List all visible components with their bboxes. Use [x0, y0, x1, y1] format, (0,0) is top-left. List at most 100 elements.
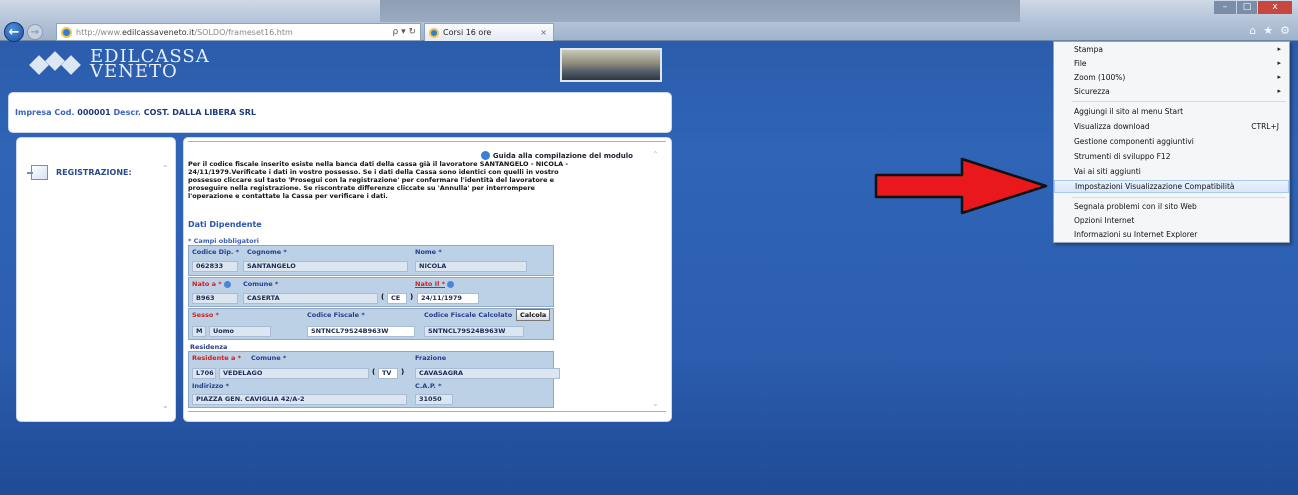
calcola-button[interactable]: Calcola: [516, 309, 551, 321]
menu-item-stampa[interactable]: Stampa ▸: [1054, 43, 1289, 56]
menu-item-segnala-problemi[interactable]: Segnala problemi con il sito Web: [1054, 200, 1289, 213]
company-code: 000001: [77, 108, 111, 117]
red-arrow-annotation: [874, 157, 1048, 215]
menu-item-opzioni-internet[interactable]: Opzioni Internet: [1054, 214, 1289, 227]
tab-close-icon[interactable]: ×: [540, 28, 547, 37]
window-controls: – □ x: [1214, 1, 1292, 14]
address-url: http://www.edilcassaveneto.it/SOLDO/fram…: [76, 27, 293, 37]
forward-button[interactable]: →: [27, 24, 43, 40]
nato-a-comune-field[interactable]: CASERTA: [243, 293, 378, 304]
info-icon[interactable]: [447, 280, 455, 288]
indirizzo-field[interactable]: PIAZZA GEN. CAVIGLIA 42/A-2: [192, 394, 407, 405]
home-icon[interactable]: ⌂: [1249, 24, 1256, 37]
sesso-desc-field[interactable]: Uomo: [209, 326, 271, 337]
menu-item-zoom[interactable]: Zoom (100%) ▸: [1054, 71, 1289, 84]
cap-field[interactable]: 31050: [415, 394, 453, 405]
label-comune: Comune *: [243, 280, 279, 288]
label-nato-il: Nato Il *: [415, 280, 455, 288]
label-sesso: Sesso *: [192, 311, 219, 319]
info-icon[interactable]: [223, 280, 231, 288]
menu-separator: [1072, 101, 1286, 102]
label-nome: Nome *: [415, 248, 442, 256]
residenza-provincia-field[interactable]: TV: [378, 368, 398, 379]
nato-a-code-field[interactable]: B963: [192, 293, 238, 304]
cognome-field[interactable]: SANTANGELO: [243, 261, 408, 272]
edilcassa-logo[interactable]: EDILCASSA VENETO: [29, 46, 210, 82]
scroll-down-icon[interactable]: ⌄: [162, 401, 169, 410]
guide-link[interactable]: Guida alla compilazione del modulo: [480, 151, 633, 160]
logo-text: EDILCASSA VENETO: [90, 46, 210, 82]
address-bar[interactable]: http://www.edilcassaveneto.it/SOLDO/fram…: [56, 23, 421, 41]
favorites-star-icon[interactable]: ★: [1263, 24, 1273, 37]
label-nato-a: Nato a *: [192, 280, 231, 288]
group-residenza: Residente a * Comune * Frazione L706 VED…: [188, 351, 560, 408]
codice-dip-field[interactable]: 062833: [192, 261, 238, 272]
label-codice-dip: Codice Dip. *: [192, 248, 240, 256]
menu-item-sicurezza[interactable]: Sicurezza ▸: [1054, 85, 1289, 98]
sesso-code-field[interactable]: M: [192, 326, 206, 337]
shortcut-text: CTRL+J: [1251, 122, 1279, 131]
forward-arrow-icon: →: [30, 26, 40, 38]
label-residente-a: Residente a *: [192, 354, 242, 362]
label-cap: C.A.P. *: [415, 382, 442, 390]
back-arrow-icon: ←: [8, 24, 20, 40]
menu-item-vai-siti-aggiunti[interactable]: Vai ai siti aggiunti: [1054, 165, 1289, 178]
nato-a-provincia-field[interactable]: CE: [387, 293, 407, 304]
form-scrollbar[interactable]: ⌃ ⌄: [652, 150, 661, 408]
maximize-button[interactable]: □: [1237, 1, 1257, 14]
browser-toolbar-icons: ⌂ ★ ⚙: [1249, 24, 1290, 37]
menu-item-aggiungi-sito-start[interactable]: Aggiungi il sito al menu Start: [1054, 105, 1289, 118]
label-indirizzo: Indirizzo *: [192, 382, 230, 390]
tab-ie-icon: [429, 27, 439, 38]
codice-fiscale-field[interactable]: SNTNCL79S24B963W: [307, 326, 415, 337]
divider: [188, 411, 666, 412]
label-residenza: Residenza: [190, 343, 228, 351]
label-comune-residenza: Comune *: [251, 354, 287, 362]
menu-item-informazioni-ie[interactable]: Informazioni su Internet Explorer: [1054, 228, 1289, 241]
sidebar-item-registrazione[interactable]: REGISTRAZIONE:: [27, 165, 132, 180]
tools-dropdown-menu: Stampa ▸ File ▸ Zoom (100%) ▸ Sicurezza ▸ Ag…: [1053, 41, 1290, 243]
residenza-code-field[interactable]: L706: [192, 368, 216, 379]
menu-item-gestione-componenti[interactable]: Gestione componenti aggiuntivi: [1054, 135, 1289, 148]
section-title-dati-dipendente: Dati Dipendente: [188, 220, 262, 229]
residenza-comune-field[interactable]: VEDELAGO: [219, 368, 369, 379]
submenu-arrow-icon: ▸: [1277, 73, 1281, 81]
menu-item-visualizza-download[interactable]: Visualizza download CTRL+J: [1054, 120, 1289, 133]
frazione-field[interactable]: CAVASAGRA: [415, 368, 560, 379]
menu-item-strumenti-sviluppo[interactable]: Strumenti di sviluppo F12: [1054, 150, 1289, 163]
menu-item-file[interactable]: File ▸: [1054, 57, 1289, 70]
paren-open: (: [381, 293, 385, 301]
close-window-button[interactable]: x: [1258, 1, 1292, 14]
sidebar-scrollbar[interactable]: ⌃ ⌄: [162, 164, 171, 410]
menu-item-impostazioni-compatibilita[interactable]: Impostazioni Visualizzazione Compatibili…: [1054, 180, 1289, 193]
tab-title: Corsi 16 ore: [443, 28, 492, 37]
menu-separator: [1072, 197, 1286, 198]
nato-il-field[interactable]: 24/11/1979: [417, 293, 479, 304]
codice-fiscale-calcolato-field[interactable]: SNTNCL79S24B963W: [424, 326, 524, 337]
header-building-photo: [560, 48, 662, 82]
address-search-refresh-icon[interactable]: ρ ▾ ↻: [393, 27, 417, 37]
logo-diamonds-icon: [29, 51, 84, 77]
duplicate-worker-message: Per il codice fiscale inserito esiste ne…: [188, 160, 569, 200]
scroll-up-icon[interactable]: ⌃: [162, 164, 169, 173]
main-form-panel: Guida alla compilazione del modulo Per i…: [183, 137, 672, 422]
back-button[interactable]: ←: [4, 22, 24, 42]
help-icon: [480, 151, 490, 160]
group-anagrafica: Codice Dip. * Cognome * Nome * 062833 SA…: [188, 245, 554, 276]
required-fields-note: * Campi obbligatori: [188, 237, 260, 245]
divider: [188, 141, 666, 142]
ie-page-icon: [61, 26, 72, 38]
submenu-arrow-icon: ▸: [1277, 87, 1281, 95]
nome-field[interactable]: NICOLA: [415, 261, 527, 272]
scroll-up-icon[interactable]: ⌃: [652, 150, 659, 159]
group-nascita: Nato a * Comune * Nato Il * B963 CASERTA…: [188, 277, 554, 307]
label-frazione: Frazione: [415, 354, 447, 362]
sidebar-panel: REGISTRAZIONE: ⌃ ⌄: [16, 137, 176, 422]
company-description: COST. DALLA LIBERA SRL: [143, 108, 257, 117]
label-cognome: Cognome *: [247, 248, 287, 256]
scroll-down-icon[interactable]: ⌄: [652, 399, 659, 408]
minimize-button[interactable]: –: [1214, 1, 1236, 14]
tools-gear-icon[interactable]: ⚙: [1280, 24, 1290, 37]
tab-corsi-16-ore[interactable]: Corsi 16 ore ×: [424, 23, 554, 41]
label-codice-fiscale: Codice Fiscale *: [307, 311, 365, 319]
